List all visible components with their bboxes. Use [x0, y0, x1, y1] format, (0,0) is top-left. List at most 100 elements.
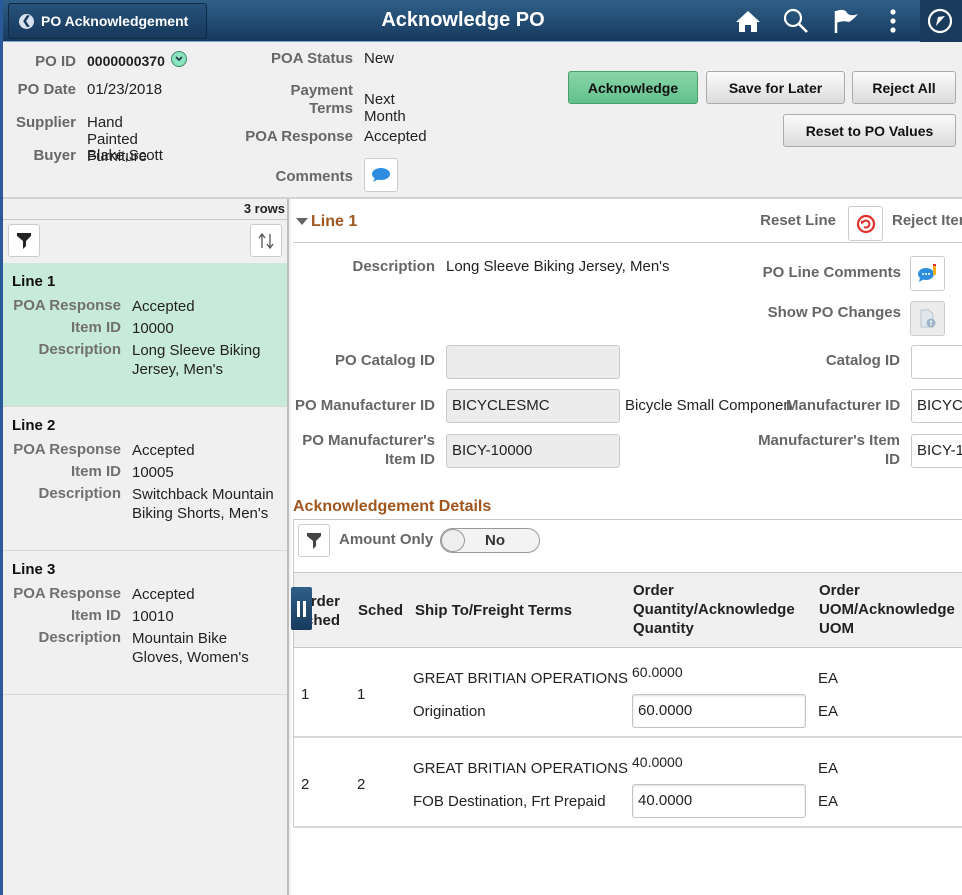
- item-id-label: Item ID: [70, 319, 121, 336]
- amount-only-value: No: [485, 532, 505, 549]
- reject-all-button[interactable]: Reject All: [852, 71, 956, 104]
- po-manufacturer-id-label: PO Manufacturer ID: [294, 397, 435, 414]
- comment-bubble-icon: [372, 168, 390, 182]
- navbar-button[interactable]: [920, 0, 962, 42]
- sort-button[interactable]: [250, 224, 282, 257]
- buyer-value: Blake,Scott: [87, 147, 163, 164]
- poa-status-label: POA Status: [271, 50, 353, 67]
- item-id-value: 10000: [132, 320, 174, 337]
- line-section-header[interactable]: Line 1: [296, 213, 357, 231]
- reset-icon: [856, 214, 875, 233]
- order-uom-cell: EA: [818, 760, 839, 777]
- poa-response-value: Accepted: [132, 442, 195, 459]
- acknowledge-uom-cell: EA: [818, 793, 839, 810]
- filter-button[interactable]: [8, 224, 40, 257]
- item-id-label: Item ID: [70, 607, 121, 624]
- order-sched-cell: 1: [301, 686, 310, 703]
- order-quantity-cell: 60.0000: [632, 664, 683, 680]
- flag-icon[interactable]: [832, 7, 860, 35]
- line-title: Line 1: [12, 273, 56, 290]
- payment-terms-label-1: Payment: [290, 82, 353, 99]
- line-list-item[interactable]: Line 2 POA Response Accepted Item ID 100…: [3, 407, 287, 551]
- col-quantity[interactable]: Order Quantity/Acknowledge Quantity: [633, 581, 795, 638]
- description-label: Description: [38, 485, 121, 502]
- poa-status-value: New: [364, 50, 395, 67]
- col-uom-line2: UOM/Acknowledge: [819, 601, 955, 618]
- freight-terms-cell: Origination: [413, 703, 486, 720]
- col-ship-to[interactable]: Ship To/Freight Terms: [415, 601, 572, 620]
- grid-row: 2 2 GREAT BRITIAN OPERATIONS FOB Destina…: [294, 738, 962, 828]
- item-id-label: Item ID: [70, 463, 121, 480]
- more-vertical-icon[interactable]: [879, 7, 907, 35]
- po-line-comments-button[interactable]: [910, 256, 945, 291]
- search-icon[interactable]: [782, 7, 810, 35]
- show-po-changes-label: Show PO Changes: [767, 304, 901, 321]
- home-icon[interactable]: [734, 7, 762, 35]
- reset-line-label: Reset Line: [760, 212, 836, 229]
- poa-response-value: Accepted: [132, 298, 195, 315]
- manufacturer-item-id-label-2: ID: [885, 451, 900, 468]
- acknowledgement-grid: Amount Only No Order Sched Sched Ship To/…: [293, 519, 962, 828]
- sched-cell: 2: [357, 776, 366, 793]
- save-for-later-button[interactable]: Save for Later: [706, 71, 845, 104]
- po-id-value: 0000000370: [87, 53, 165, 69]
- line-title: Line 3: [12, 561, 56, 578]
- grid-filter-button[interactable]: [298, 524, 330, 557]
- acknowledgement-details-title: Acknowledgement Details: [293, 498, 492, 515]
- manufacturer-id-label: Manufacturer ID: [786, 397, 901, 414]
- acknowledge-quantity-input[interactable]: 60.0000: [632, 694, 806, 728]
- order-uom-cell: EA: [818, 670, 839, 687]
- grid-header: Order Sched Sched Ship To/Freight Terms O…: [294, 572, 962, 648]
- amount-only-label: Amount Only: [339, 531, 434, 548]
- poa-response-label: POA Response: [13, 297, 121, 314]
- description-value: Long Sleeve Biking Jersey, Men's: [132, 342, 261, 378]
- line-detail-panel: Line 1 Reset Line Reject Item Descriptio…: [291, 199, 962, 895]
- filter-icon: [307, 532, 321, 549]
- payment-terms-value: Next Month: [364, 91, 406, 125]
- poa-response-label: POA Response: [13, 585, 121, 602]
- acknowledge-quantity-input[interactable]: 40.0000: [632, 784, 806, 818]
- manufacturer-item-id-input[interactable]: BICY-10000: [911, 434, 962, 468]
- line-title: Line 2: [12, 417, 56, 434]
- po-catalog-id-label: PO Catalog ID: [334, 352, 435, 369]
- order-sched-cell: 2: [301, 776, 310, 793]
- catalog-id-input[interactable]: [911, 345, 962, 379]
- amount-only-toggle[interactable]: No: [440, 528, 540, 553]
- row-count: 3 rows: [243, 201, 285, 216]
- payment-terms-label-2: Terms: [309, 100, 353, 117]
- navbar-compass-icon: [926, 7, 954, 35]
- comment-edit-icon: [917, 263, 936, 282]
- po-line-comments-label: PO Line Comments: [762, 264, 901, 281]
- manufacturer-id-input[interactable]: BICYCLESMC: [911, 389, 962, 423]
- col-uom[interactable]: Order UOM/Acknowledge UOM: [819, 581, 955, 638]
- ship-to-cell: GREAT BRITIAN OPERATIONS: [413, 670, 629, 687]
- reset-to-po-values-button[interactable]: Reset to PO Values: [783, 114, 956, 147]
- col-sched[interactable]: Sched: [358, 601, 403, 620]
- collapse-panel-handle[interactable]: [291, 587, 312, 630]
- description-label: Description: [352, 258, 435, 275]
- col-quantity-line1: Order: [633, 582, 674, 599]
- ship-to-cell: GREAT BRITIAN OPERATIONS: [413, 760, 629, 777]
- po-manufacturer-id-field: BICYCLESMC: [446, 389, 620, 423]
- line-list-item[interactable]: Line 3 POA Response Accepted Item ID 100…: [3, 551, 287, 695]
- related-actions-icon[interactable]: [171, 51, 187, 67]
- po-date-value: 01/23/2018: [87, 81, 163, 98]
- acknowledge-uom-cell: EA: [818, 703, 839, 720]
- reset-line-button[interactable]: [848, 206, 883, 241]
- sched-cell: 1: [357, 686, 366, 703]
- description-value: Long Sleeve Biking Jersey, Men's: [446, 258, 670, 275]
- toggle-knob: [441, 529, 465, 552]
- acknowledge-button[interactable]: Acknowledge: [568, 71, 698, 104]
- poa-response-label: POA Response: [13, 441, 121, 458]
- collapse-triangle-icon: [296, 218, 308, 226]
- line-list-item[interactable]: Line 1 POA Response Accepted Item ID 100…: [3, 263, 287, 407]
- window-edge: [0, 0, 3, 895]
- reject-item-label: Reject Item: [892, 212, 962, 229]
- document-alert-icon: [920, 309, 935, 327]
- banner: ❮ PO Acknowledgement Acknowledge PO: [0, 0, 962, 42]
- po-date-label: PO Date: [17, 81, 76, 98]
- manufacturer-name: Bicycle Small Component: [625, 397, 791, 414]
- comments-button[interactable]: [364, 158, 398, 192]
- show-po-changes-button[interactable]: [910, 301, 945, 336]
- line-list-panel: 3 rows Line 1 POA Response Accepted Item…: [3, 199, 289, 895]
